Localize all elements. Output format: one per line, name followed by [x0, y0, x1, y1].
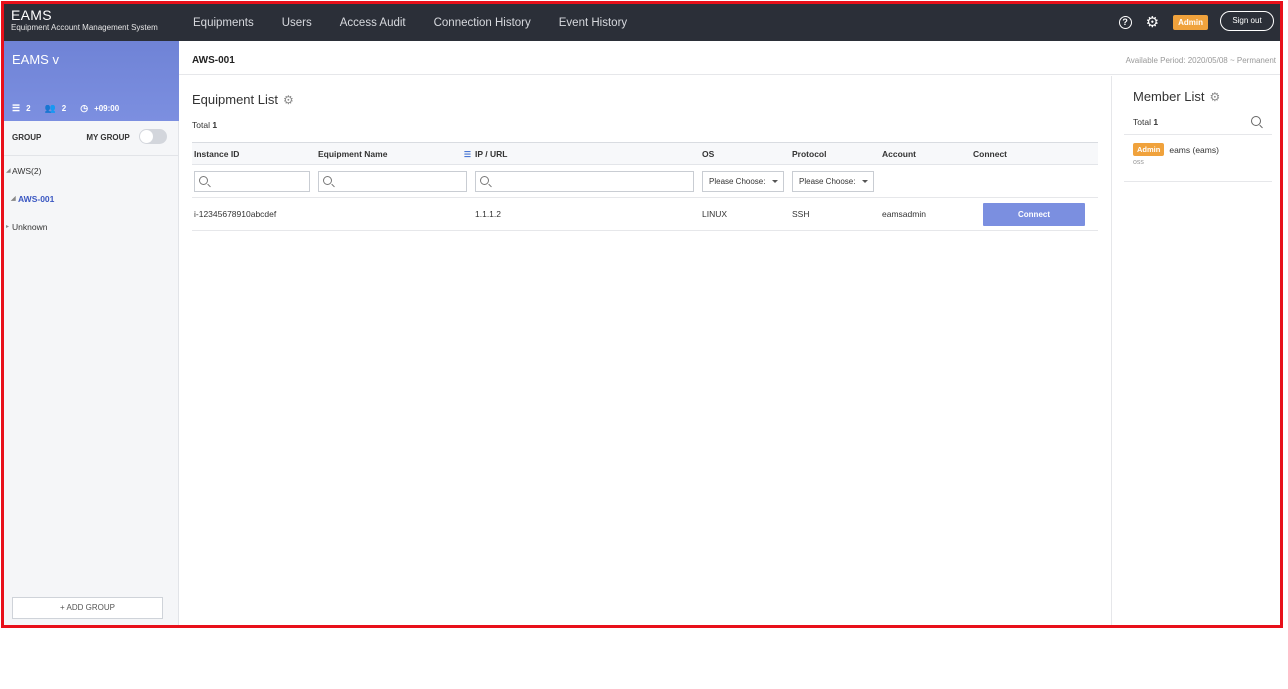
col-os[interactable]: OS [700, 142, 790, 165]
os-select[interactable]: Please Choose: [702, 170, 784, 192]
timezone: +09:00 [94, 104, 120, 113]
cell-ip-url: 1.1.1.2 [473, 197, 700, 231]
group-sidebar: EAMS v ☰ 2 👥 2 ◷ +09:00 GROUP MY GROUP ◢ AW… [4, 41, 179, 625]
sort-icon[interactable]: ☰ [464, 150, 471, 159]
main-nav: Equipments Users Access Audit Connection… [193, 4, 655, 41]
sidebar-stats: ☰ 2 👥 2 ◷ +09:00 [12, 103, 133, 114]
col-instance-id[interactable]: Instance ID [192, 142, 316, 165]
caret-down-icon: ◢ [11, 196, 16, 202]
tree-item-unknown[interactable]: ▸ Unknown [4, 217, 54, 245]
tree-item-aws-001[interactable]: ◢ AWS-001 [4, 189, 54, 217]
sidebar-title[interactable]: EAMS v [12, 52, 59, 67]
member-item[interactable]: Admin eams (eams) [1133, 143, 1219, 156]
cell-account: eamsadmin [880, 197, 971, 231]
ip-url-filter[interactable] [475, 170, 694, 192]
cell-os: LINUX [700, 197, 790, 231]
my-group-toggle[interactable] [139, 129, 167, 144]
app-window: EAMS Equipment Account Management System… [1, 1, 1283, 628]
gear-icon[interactable]: ⚙ [1146, 15, 1159, 30]
add-group-button[interactable]: + ADD GROUP [12, 597, 163, 619]
help-icon[interactable]: ? [1118, 16, 1132, 29]
member-name: eams (eams) [1169, 144, 1219, 155]
users-icon: 👥 [44, 103, 56, 113]
role-badge: Admin [1173, 15, 1208, 30]
member-total: Total 1 [1133, 117, 1159, 127]
caret-down-icon [862, 179, 868, 183]
cell-equipment-name [316, 197, 473, 231]
nav-equipments[interactable]: Equipments [193, 17, 254, 29]
table-header: Instance ID Equipment Name ☰ IP / URL OS … [192, 142, 1098, 165]
sign-out-button[interactable]: Sign out [1220, 11, 1274, 31]
list-icon: ☰ [12, 103, 21, 113]
page-title: Equipment List ⚙ [192, 92, 294, 107]
my-group-label: MY GROUP [86, 132, 130, 142]
nav-access-audit[interactable]: Access Audit [340, 17, 406, 29]
col-ip-url[interactable]: IP / URL [473, 142, 700, 165]
col-connect: Connect [971, 142, 1098, 165]
tree-item-aws[interactable]: ◢ AWS(2) [4, 161, 54, 189]
col-equipment-name[interactable]: Equipment Name ☰ [316, 142, 473, 165]
caret-down-icon [772, 179, 778, 183]
group-label: GROUP [12, 132, 42, 142]
user-count: 2 [61, 104, 67, 113]
group-toolbar: GROUP MY GROUP [12, 127, 167, 147]
nav-users[interactable]: Users [282, 17, 312, 29]
search-icon [199, 175, 208, 185]
app-subtitle: Equipment Account Management System [11, 23, 158, 32]
table-row[interactable]: i-12345678910abcdef 1.1.1.2 LINUX SSH ea… [192, 197, 1098, 231]
equipment-table: Instance ID Equipment Name ☰ IP / URL OS … [192, 142, 1098, 231]
group-count: 2 [26, 104, 31, 113]
breadcrumb: AWS-001 [192, 55, 235, 66]
search-icon [323, 175, 332, 185]
cell-protocol: SSH [790, 197, 880, 231]
breadcrumb-bar: AWS-001 Available Period: 2020/05/08 ~ P… [179, 41, 1280, 75]
sidebar-header: EAMS v ☰ 2 👥 2 ◷ +09:00 [4, 41, 179, 121]
equipment-total: Total 1 [192, 120, 218, 130]
search-icon[interactable] [1251, 116, 1261, 126]
member-list-title: Member List ⚙ [1133, 89, 1221, 104]
gear-icon[interactable]: ⚙ [283, 93, 294, 107]
col-account[interactable]: Account [880, 142, 971, 165]
connect-button[interactable]: Connect [983, 202, 1085, 226]
member-role-badge: Admin [1133, 143, 1165, 156]
search-icon [480, 175, 489, 185]
nav-event-history[interactable]: Event History [559, 17, 627, 29]
clock-icon: ◷ [80, 103, 89, 113]
filter-row: Please Choose: Please Choose: [192, 164, 1098, 198]
cell-instance-id: i-12345678910abcdef [192, 197, 316, 231]
group-tree: ◢ AWS(2) ◢ AWS-001 ▸ Unknown [4, 161, 54, 245]
member-org: oss [1133, 159, 1144, 166]
caret-down-icon: ◢ [6, 168, 11, 174]
instance-id-filter[interactable] [194, 170, 310, 192]
protocol-select[interactable]: Please Choose: [792, 170, 874, 192]
brand-logo[interactable]: EAMS Equipment Account Management System [11, 7, 158, 32]
member-panel: Member List ⚙ Total 1 Admin eams (eams) … [1111, 76, 1280, 625]
caret-right-icon: ▸ [6, 224, 10, 230]
col-protocol[interactable]: Protocol [790, 142, 880, 165]
available-period: Available Period: 2020/05/08 ~ Permanent [1125, 56, 1276, 65]
app-title: EAMS [11, 7, 52, 23]
nav-connection-history[interactable]: Connection History [434, 17, 531, 29]
equipment-name-filter[interactable] [318, 170, 467, 192]
equipment-panel: Equipment List ⚙ Total 1 Instance ID Equ… [179, 76, 1111, 625]
gear-icon[interactable]: ⚙ [1210, 90, 1221, 104]
top-navbar: EAMS Equipment Account Management System… [4, 4, 1280, 41]
